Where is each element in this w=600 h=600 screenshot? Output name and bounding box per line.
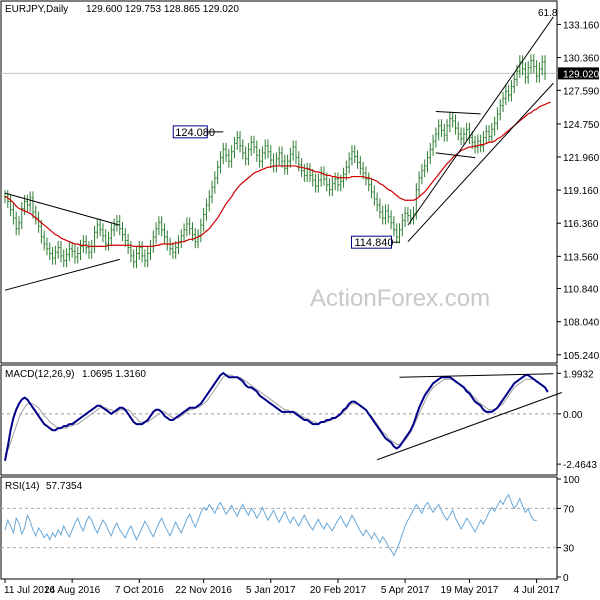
current-price-label: 129.020 [563,69,600,80]
price-y-tick-label: 121.960 [563,153,600,164]
price-y-tick-label: 110.840 [563,285,599,296]
price-y-tick-label: 133.160 [563,20,600,31]
x-tick-label: 22 Nov 2016 [175,585,232,596]
rsi-values: 57.7354 [46,481,83,492]
price-y-tick-label: 105.240 [563,351,600,362]
rsi-y-tick-label: 100 [563,475,580,486]
chart-canvas: ActionForex.com 124.080 114.840 61.8 133.1… [0,0,600,596]
macd-panel [0,364,558,476]
macd-y-tick-label: 0.00 [563,410,583,421]
macd-title: MACD(12,26,9) [5,369,74,380]
price-y-tick-label: 130.360 [563,54,600,65]
x-tick-label: 5 Jan 2017 [246,585,296,596]
price-y-tick-label: 108.040 [563,318,600,329]
fib-level-label: 61.8 [538,8,558,19]
macd-values: 1.0695 1.3160 [82,369,146,380]
y-axis-labels: 133.160 130.360 127.590 124.750 121.960 119.1… [557,20,600,584]
x-tick-label: 19 May 2017 [441,585,499,596]
price-y-tick-label: 127.590 [563,86,600,97]
rsi-y-tick-label: 70 [563,504,575,515]
x-tick-label: 5 Apr 2017 [381,585,430,596]
x-tick-label: 7 Oct 2016 [115,585,164,596]
low-annotation-label: 114.840 [355,237,394,249]
rsi-y-tick-label: 30 [563,544,575,555]
ohlc-values: 129.600 129.753 128.865 129.020 [86,4,239,15]
macd-y-tick-label: -2.4643 [563,460,597,471]
chart-header: EURJPY,Daily 129.600 129.753 128.865 129… [5,4,239,15]
rsi-title: RSI(14) [5,481,39,492]
price-y-tick-label: 124.750 [563,120,600,131]
macd-y-tick-label: 1.9932 [563,369,594,380]
watermark: ActionForex.com [310,285,490,312]
x-tick-label: 24 Aug 2016 [44,585,101,596]
x-tick-label: 4 Jul 2017 [514,585,561,596]
x-axis-labels: 11 Jul 201624 Aug 2016 7 Oct 2016 22 Nov 2… [4,579,560,596]
high-annotation-label: 124.080 [175,127,215,139]
rsi-y-tick-label: 0 [563,573,569,584]
price-y-tick-label: 119.160 [563,186,599,197]
price-y-tick-label: 116.360 [563,219,599,230]
price-y-tick-label: 113.560 [563,252,599,263]
symbol-info: EURJPY,Daily [5,4,68,15]
x-tick-label: 20 Feb 2017 [310,585,367,596]
